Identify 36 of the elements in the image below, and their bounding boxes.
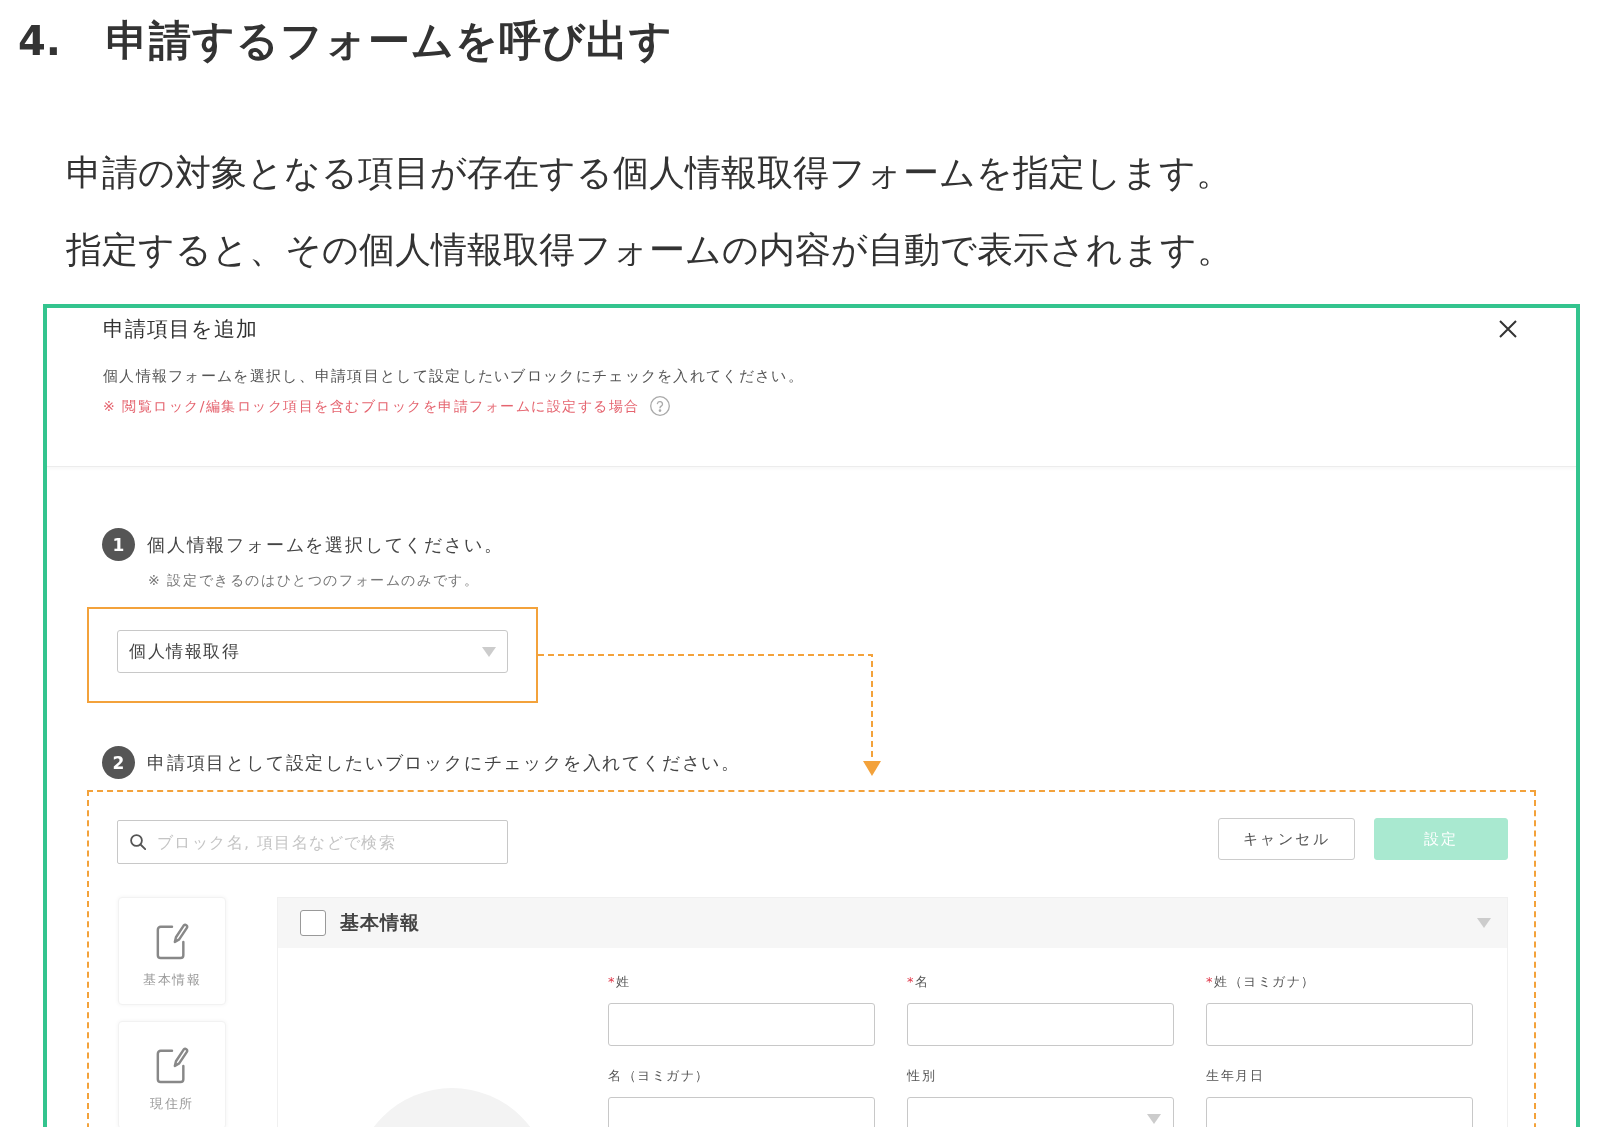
help-icon[interactable] xyxy=(649,396,670,416)
edit-document-icon xyxy=(155,1045,189,1085)
search-icon xyxy=(130,834,146,850)
step-number: 2 xyxy=(102,746,135,779)
caret-icon[interactable] xyxy=(1477,918,1491,928)
step-label: 申請項目として設定したいブロックにチェックを入れてください。 xyxy=(147,750,741,775)
step-hint: ※ 設定できるのはひとつのフォームのみです。 xyxy=(148,571,480,590)
block-title: 基本情報 xyxy=(340,910,420,935)
input-field[interactable] xyxy=(907,1003,1174,1046)
heading-number: 4. xyxy=(18,17,63,66)
field-label: *姓 xyxy=(608,973,631,991)
dialog-title: 申請項目を追加 xyxy=(103,316,258,343)
input-field[interactable] xyxy=(608,1003,875,1046)
field-label: 性別 xyxy=(907,1067,936,1085)
close-button[interactable] xyxy=(1499,320,1517,338)
field-label: *名 xyxy=(907,973,930,991)
step-number: 1 xyxy=(102,528,135,561)
field-label: 名（ヨミガナ） xyxy=(608,1067,710,1085)
warning-note: ※ 閲覧ロック/編集ロック項目を含むブロックを申請フォームに設定する場合 xyxy=(103,397,640,416)
cancel-button[interactable]: キャンセル xyxy=(1218,818,1355,860)
step-label: 個人情報フォームを選択してください。 xyxy=(147,532,504,557)
input-field[interactable] xyxy=(1206,1003,1473,1046)
field-label: *姓（ヨミガナ） xyxy=(1206,973,1316,991)
sidebar-item[interactable]: 現住所 xyxy=(118,1021,226,1127)
paragraph: 申請の対象となる項目が存在する個人情報取得フォームを指定します。 xyxy=(66,151,1233,195)
caret-icon xyxy=(482,646,496,657)
field-label: 生年月日 xyxy=(1206,1067,1264,1085)
edit-document-icon xyxy=(155,921,189,961)
caret-icon xyxy=(1147,1113,1161,1124)
checkbox[interactable] xyxy=(300,910,326,936)
heading-title: 申請するフォームを呼び出す xyxy=(106,16,673,66)
paragraph: 指定すると、その個人情報取得フォームの内容が自動で表示されます。 xyxy=(66,228,1234,272)
close-icon xyxy=(1499,320,1517,338)
form-select[interactable]: 個人情報取得 xyxy=(117,630,508,673)
dialog-description: 個人情報フォームを選択し、申請項目として設定したいブロックにチェックを入れてください。 xyxy=(103,366,804,387)
sidebar-item[interactable]: 基本情報 xyxy=(118,897,226,1005)
